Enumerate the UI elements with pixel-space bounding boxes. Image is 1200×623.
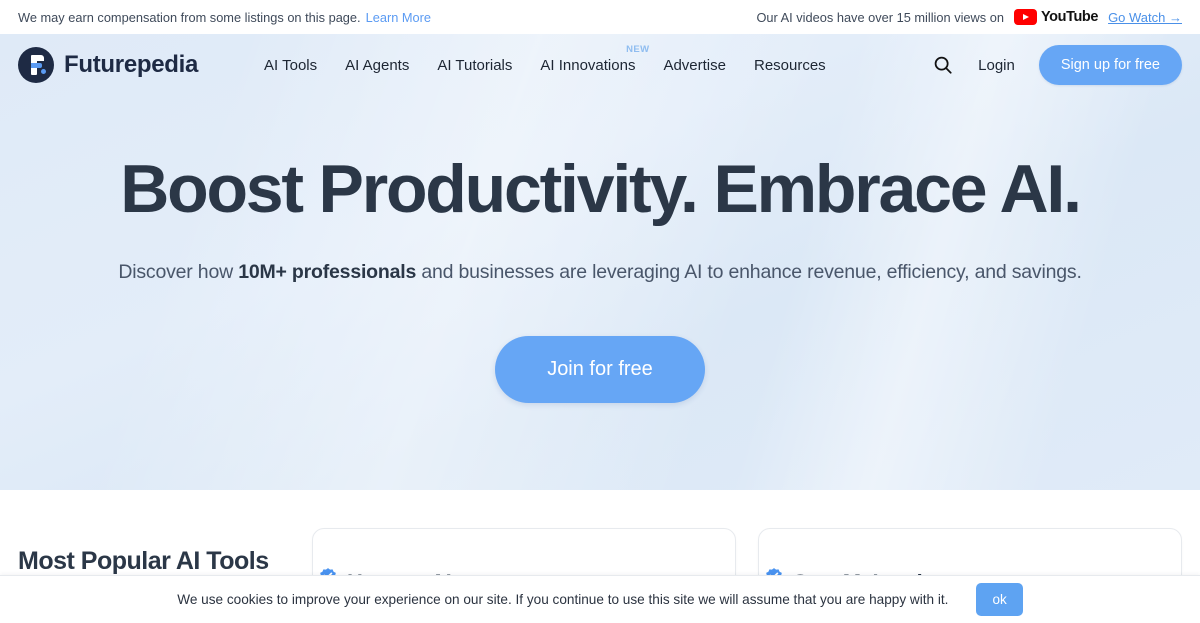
join-for-free-button[interactable]: Join for free bbox=[495, 336, 705, 404]
hero-subtitle: Discover how 10M+ professionals and busi… bbox=[0, 261, 1200, 284]
hero-section: Futurepedia AI Tools AI Agents AI Tutori… bbox=[0, 34, 1200, 490]
nav-item-ai-agents[interactable]: AI Agents bbox=[345, 57, 409, 74]
announcement-right: Our AI videos have over 15 million views… bbox=[756, 9, 1182, 25]
nav-item-resources[interactable]: Resources bbox=[754, 57, 826, 74]
section-title: Most Popular AI Tools bbox=[18, 547, 269, 575]
hero-sub-after: and businesses are leveraging AI to enha… bbox=[416, 261, 1082, 284]
signup-button[interactable]: Sign up for free bbox=[1038, 45, 1182, 85]
nav-item-label: AI Agents bbox=[345, 56, 410, 74]
nav-item-label: AI Tutorials bbox=[437, 56, 513, 74]
brand-logo[interactable]: Futurepedia bbox=[18, 47, 198, 83]
youtube-promo-text: Our AI videos have over 15 million views… bbox=[756, 9, 1004, 25]
navbar-actions: Login Sign up for free bbox=[932, 45, 1182, 85]
announcement-bar: We may earn compensation from some listi… bbox=[0, 0, 1200, 34]
hero-sub-before: Discover how bbox=[118, 261, 239, 284]
main-navbar: Futurepedia AI Tools AI Agents AI Tutori… bbox=[0, 34, 1200, 96]
cookie-accept-button[interactable]: ok bbox=[976, 583, 1023, 616]
nav-links: AI Tools AI Agents AI Tutorials AI Innov… bbox=[264, 44, 826, 74]
announcement-left: We may earn compensation from some listi… bbox=[18, 10, 431, 25]
go-watch-link[interactable]: Go Watch → bbox=[1108, 10, 1182, 25]
hero-title: Boost Productivity. Embrace AI. bbox=[120, 151, 1082, 227]
cookie-consent-banner: We use cookies to improve your experienc… bbox=[0, 575, 1200, 623]
nav-item-ai-innovations[interactable]: AI Innovations NEW bbox=[540, 44, 649, 74]
hero-sub-bold: 10M+ professionals bbox=[238, 261, 417, 284]
search-icon[interactable] bbox=[932, 54, 954, 76]
futurepedia-logo-icon bbox=[18, 47, 54, 83]
nav-item-label: Resources bbox=[753, 56, 826, 74]
youtube-play-icon bbox=[1013, 9, 1037, 25]
youtube-wordmark: YouTube bbox=[1040, 9, 1099, 25]
cookie-message: We use cookies to improve your experienc… bbox=[177, 592, 949, 607]
youtube-logo[interactable]: YouTube bbox=[1013, 9, 1099, 25]
login-link[interactable]: Login bbox=[978, 57, 1015, 74]
learn-more-link[interactable]: Learn More bbox=[366, 10, 431, 25]
nav-new-badge: NEW bbox=[626, 43, 650, 55]
brand-name: Futurepedia bbox=[64, 51, 199, 78]
nav-item-label: AI Innovations bbox=[540, 56, 636, 74]
announcement-text: We may earn compensation from some listi… bbox=[18, 9, 361, 25]
hero-content: Boost Productivity. Embrace AI. Discover… bbox=[0, 96, 1200, 404]
nav-item-label: AI Tools bbox=[264, 56, 318, 74]
page-root: We may earn compensation from some listi… bbox=[0, 0, 1200, 623]
nav-item-ai-tools[interactable]: AI Tools bbox=[264, 57, 317, 74]
nav-item-ai-tutorials[interactable]: AI Tutorials bbox=[437, 57, 512, 74]
nav-item-label: Advertise bbox=[663, 56, 726, 74]
nav-item-advertise[interactable]: Advertise bbox=[663, 57, 726, 74]
